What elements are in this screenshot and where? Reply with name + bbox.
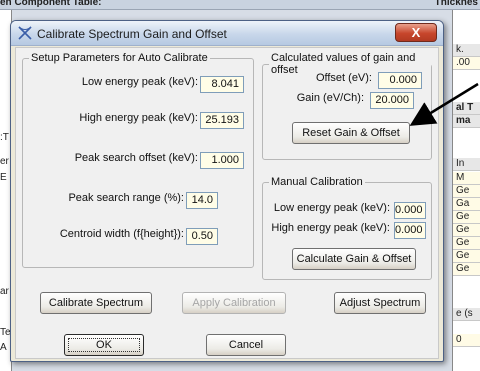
manual-low-energy-label: Low energy peak (keV): (273, 202, 390, 214)
manual-calibration-legend: Manual Calibration (271, 176, 363, 188)
dialog-titlebar[interactable]: Calibrate Spectrum Gain and Offset X (11, 21, 443, 46)
calibrate-dialog: Calibrate Spectrum Gain and Offset X Set… (10, 20, 444, 362)
background-cell: al T (453, 102, 480, 115)
calculate-gain-offset-button[interactable]: Calculate Gain & Offset (292, 248, 416, 270)
peak-search-range-label: Peak search range (%): (68, 192, 184, 204)
background-cell: E (0, 172, 7, 183)
background-cell: k. (453, 44, 480, 57)
cancel-button[interactable]: Cancel (206, 334, 286, 356)
reset-gain-offset-button[interactable]: Reset Gain & Offset (292, 122, 410, 144)
background-cell: A (0, 342, 7, 353)
background-cell: Ge (453, 224, 480, 237)
background-cell: Ge (453, 237, 480, 250)
manual-low-energy-input[interactable]: 0.000 (394, 202, 426, 219)
dialog-title: Calibrate Spectrum Gain and Offset (37, 27, 227, 41)
background-cell: Ge (453, 185, 480, 198)
centroid-width-label: Centroid width (f{height}): (59, 228, 184, 240)
gain-label: Gain (eV/Ch): (296, 92, 364, 104)
background-header: en Component Table: Thicknes (0, 0, 480, 10)
offset-input[interactable]: 0.000 (378, 72, 422, 89)
high-energy-peak-label: High energy peak (keV): (79, 112, 198, 124)
manual-high-energy-label: High energy peak (keV): (271, 222, 390, 234)
background-cell: Ga (453, 198, 480, 211)
dialog-body: Setup Parameters for Auto Calibrate Low … (15, 47, 439, 359)
background-title-right: Thicknes (434, 0, 478, 8)
offset-label: Offset (eV): (315, 72, 372, 84)
calibrate-app-icon (18, 26, 32, 40)
background-cell: M (453, 172, 480, 185)
high-energy-peak-input[interactable]: 25.193 (200, 112, 244, 129)
background-cell: :T (0, 132, 9, 143)
adjust-spectrum-button[interactable]: Adjust Spectrum (334, 292, 426, 314)
background-cell: Ge (453, 211, 480, 224)
peak-search-offset-label: Peak search offset (keV): (74, 152, 198, 164)
calibrate-spectrum-button[interactable]: Calibrate Spectrum (40, 292, 152, 314)
peak-search-range-input[interactable]: 14.0 (186, 192, 218, 209)
peak-search-offset-input[interactable]: 1.000 (200, 152, 244, 169)
setup-parameters-legend: Setup Parameters for Auto Calibrate (31, 52, 208, 64)
low-energy-peak-label: Low energy peak (keV): (81, 76, 198, 88)
centroid-width-input[interactable]: 0.50 (186, 228, 218, 245)
apply-calibration-button[interactable]: Apply Calibration (182, 292, 286, 314)
focus-rectangle (68, 338, 140, 352)
background-cell: ma (453, 115, 480, 128)
close-button[interactable]: X (395, 23, 437, 42)
background-cell: e (s (453, 308, 480, 321)
background-cell: ar (0, 286, 9, 297)
ok-button[interactable]: OK (64, 334, 144, 356)
manual-high-energy-input[interactable]: 0.000 (394, 222, 426, 239)
background-cell: Ge (453, 250, 480, 263)
background-right-grid: k. .00 al T ma In M Ge Ga Ge Ge Ge Ge Ge… (452, 10, 480, 371)
low-energy-peak-input[interactable]: 8.041 (200, 76, 244, 93)
background-title: en Component Table: (0, 0, 102, 8)
background-cell: er (0, 156, 9, 167)
background-cell: In (453, 158, 480, 171)
background-cell: Ge (453, 263, 480, 276)
background-cell: Te (0, 327, 11, 338)
background-cell: .00 (453, 57, 480, 70)
gain-input[interactable]: 20.000 (370, 92, 414, 109)
background-cell: 0 (453, 334, 480, 347)
